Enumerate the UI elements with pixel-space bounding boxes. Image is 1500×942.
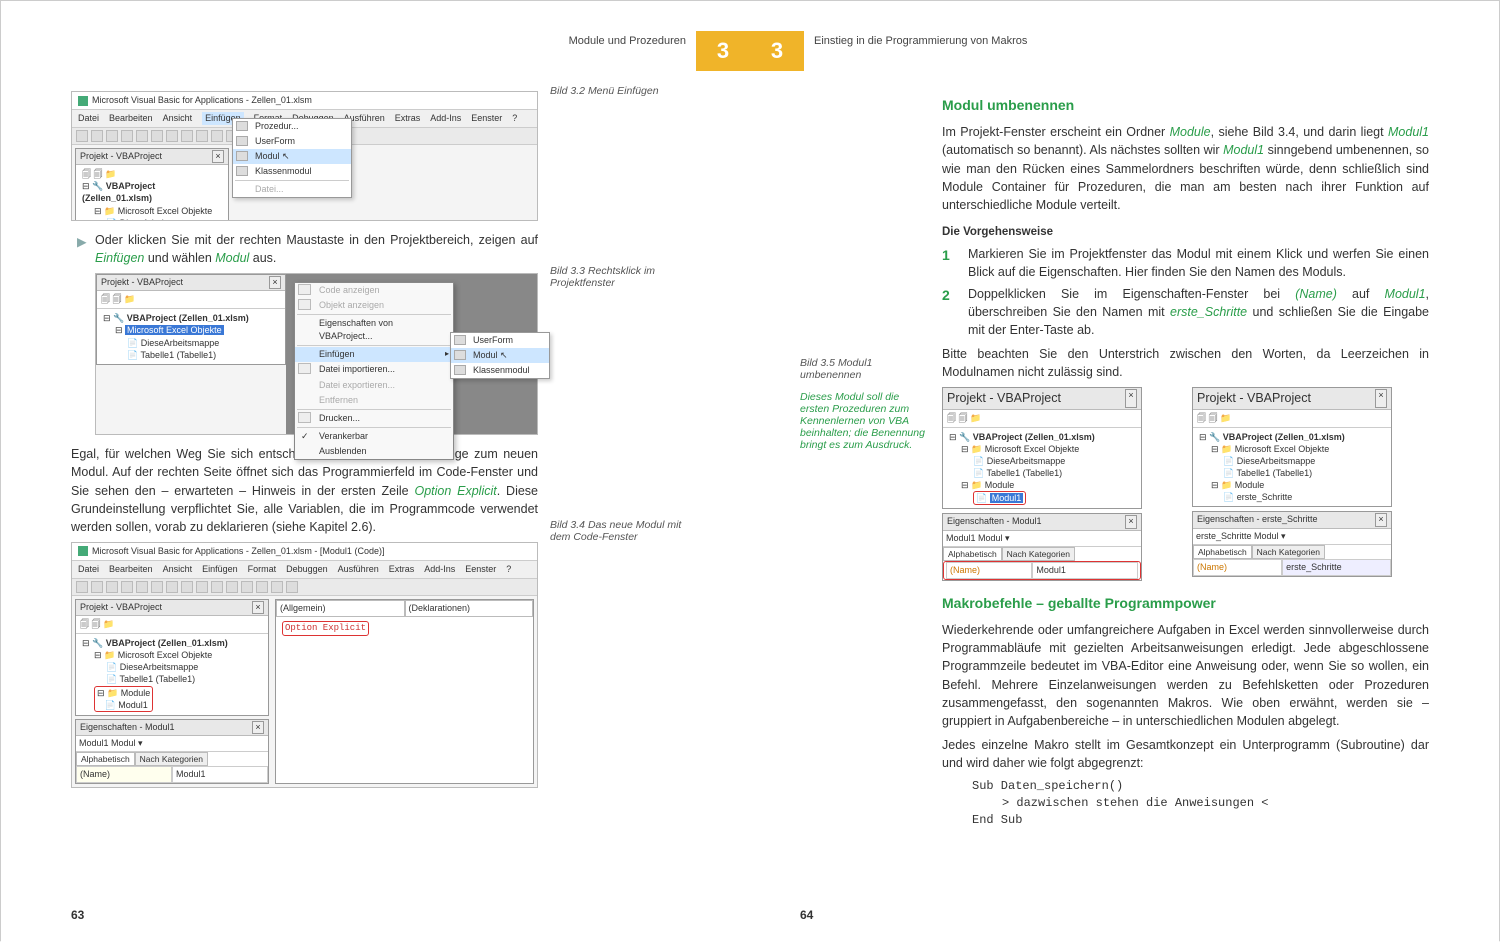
paragraph-underscore-note: Bitte beachten Sie den Unterstrich zwisc… bbox=[942, 345, 1429, 381]
chapter-number-right: 3 bbox=[750, 31, 804, 71]
close-icon: × bbox=[252, 721, 264, 734]
project-pane-title: Projekt - VBAProject bbox=[101, 276, 183, 289]
userform-icon bbox=[236, 136, 248, 146]
screenshot-3-5: Projekt - VBAProject× 🗐 🗐 📁 ⊟ 🔧 VBAProje… bbox=[942, 387, 1429, 580]
vbe-window-title: Microsoft Visual Basic for Applications … bbox=[72, 92, 537, 110]
close-icon: × bbox=[1125, 389, 1137, 407]
caption-3-4: Bild 3.4 Das neue Modul mit dem Code-Fen… bbox=[550, 519, 700, 543]
screenshot-3-3: Projekt - VBAProject× 🗐 🗐 📁 ⊟ 🔧 VBAProje… bbox=[95, 273, 538, 435]
screenshot-3-2: Microsoft Visual Basic for Applications … bbox=[71, 91, 538, 221]
code-dropdown-left: (Allgemein) bbox=[276, 600, 405, 617]
heading-vorgehensweise: Die Vorgehensweise bbox=[942, 224, 1429, 241]
toolbar-icon bbox=[76, 130, 88, 142]
step-2: 2 Doppelklicken Sie im Eigenschaften-Fen… bbox=[942, 285, 1429, 339]
page-header-left: Module und Prozeduren 3 bbox=[71, 31, 750, 85]
context-einfuegen: Einfügen bbox=[295, 347, 453, 362]
close-icon: × bbox=[252, 601, 264, 614]
code-dropdown-right: (Deklarationen) bbox=[405, 600, 534, 617]
margin-tip: Dieses Modul soll die ersten Prozeduren … bbox=[800, 391, 930, 451]
page-header-right: 3 Einstieg in die Programmierung von Mak… bbox=[750, 31, 1429, 85]
close-icon: × bbox=[1375, 513, 1387, 526]
page-left: Module und Prozeduren 3 Microsoft Visual… bbox=[1, 1, 750, 942]
caption-3-3: Bild 3.3 Rechtsklick im Projektfenster bbox=[550, 265, 700, 425]
project-tree: 🗐 🗐 📁 ⊟ 🔧 VBAProject (Zellen_01.xlsm) ⊟ … bbox=[76, 165, 228, 221]
caption-3-2: Bild 3.2 Menü Einfügen bbox=[550, 85, 700, 215]
page-number-right: 64 bbox=[800, 908, 813, 922]
project-pane-title: Projekt - VBAProject bbox=[80, 601, 162, 614]
props-pane-title: Eigenschaften - Modul1 bbox=[80, 721, 175, 734]
option-explicit-line: Option Explicit bbox=[282, 621, 369, 636]
page-right: 3 Einstieg in die Programmierung von Mak… bbox=[750, 1, 1499, 942]
proc-icon bbox=[236, 121, 248, 131]
code-sub-example: Sub Daten_speichern() > dazwischen stehe… bbox=[972, 778, 1429, 828]
header-title-right: Einstieg in die Programmierung von Makro… bbox=[804, 31, 1429, 47]
close-icon: × bbox=[212, 150, 224, 163]
close-icon: × bbox=[1375, 389, 1387, 407]
module-icon bbox=[236, 151, 248, 161]
project-pane-title: Projekt - VBAProject bbox=[80, 150, 162, 163]
module-icon bbox=[454, 350, 466, 360]
bullet-icon: ▶ bbox=[77, 233, 87, 251]
header-title-left: Module und Prozeduren bbox=[71, 31, 696, 47]
userform-icon bbox=[454, 335, 466, 345]
page-number-left: 63 bbox=[71, 908, 84, 922]
paragraph-instruction: ▶ Oder klicken Sie mit der rechten Maust… bbox=[95, 231, 538, 267]
heading-makrobefehle: Makrobefehle – geballte Programmpower bbox=[942, 593, 1429, 613]
vbe-menubar: Datei Bearbeiten Ansicht Einfügen Format… bbox=[72, 561, 537, 579]
code-window: (Allgemein) (Deklarationen) Option Expli… bbox=[275, 599, 534, 784]
einfuegen-dropdown: Prozedur... UserForm Modul ↖ Klassenmodu… bbox=[232, 118, 352, 198]
props-tab-cat: Nach Kategorien bbox=[135, 752, 208, 766]
classmodule-icon bbox=[454, 365, 466, 375]
close-icon: × bbox=[1125, 515, 1137, 528]
classmodule-icon bbox=[236, 166, 248, 176]
props-tab-alpha: Alphabetisch bbox=[76, 752, 135, 766]
paragraph-subroutine: Jedes einzelne Makro stellt im Gesamtkon… bbox=[942, 736, 1429, 772]
vba-app-icon bbox=[78, 96, 88, 106]
screenshot-3-4: Microsoft Visual Basic for Applications … bbox=[71, 542, 538, 788]
heading-modul-umbenennen: Modul umbenennen bbox=[942, 95, 1429, 115]
context-menu: Code anzeigen Objekt anzeigen Eigenschaf… bbox=[294, 282, 454, 460]
vba-app-icon bbox=[78, 546, 88, 556]
einfuegen-submenu: UserForm Modul ↖ Klassenmodul bbox=[450, 332, 550, 379]
props-name-cell: (Name) bbox=[76, 766, 172, 783]
paragraph-makro-intro: Wiederkehrende oder umfangreichere Aufga… bbox=[942, 621, 1429, 730]
close-icon: × bbox=[269, 276, 281, 289]
name-value-edited: erste_Schritte bbox=[1282, 559, 1391, 576]
erste-schritte-module: erste_Schritte bbox=[1237, 492, 1293, 502]
cursor-icon: ↖ bbox=[282, 151, 290, 161]
project-tree: ⊟ 🔧 VBAProject (Zellen_01.xlsm) ⊟ Micros… bbox=[97, 309, 285, 364]
chapter-number-left: 3 bbox=[696, 31, 750, 71]
modul1-selected: Modul1 bbox=[990, 493, 1024, 503]
selected-folder: Microsoft Excel Objekte bbox=[125, 325, 224, 335]
paragraph-rename-intro: Im Projekt-Fenster erscheint ein Ordner … bbox=[942, 123, 1429, 214]
caption-3-5: Bild 3.5 Modul1 umbenennen bbox=[800, 357, 930, 381]
step-1: 1 Markieren Sie im Projektfenster das Mo… bbox=[942, 245, 1429, 281]
